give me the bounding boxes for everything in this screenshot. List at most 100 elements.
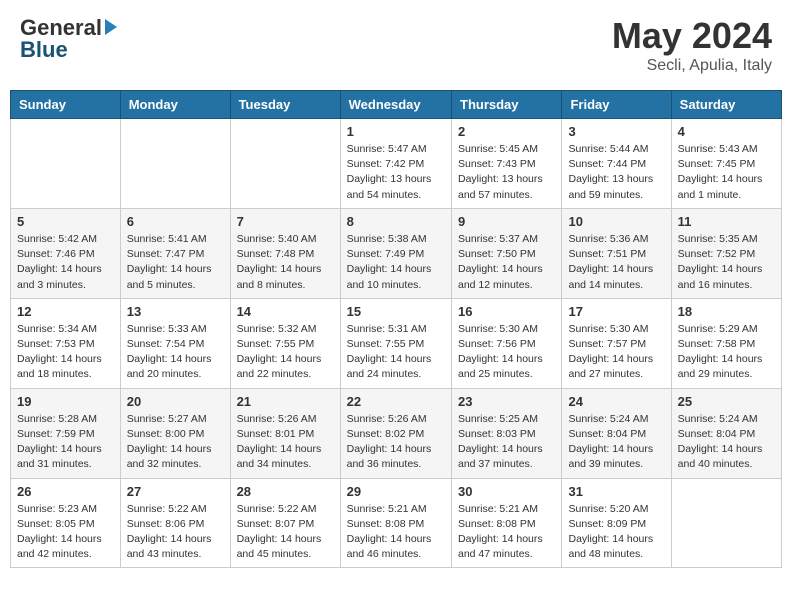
day-info: Sunrise: 5:21 AM Sunset: 8:08 PM Dayligh… [458,502,555,563]
calendar-week-1: 1Sunrise: 5:47 AM Sunset: 7:42 PM Daylig… [11,119,782,209]
day-number: 20 [127,394,224,409]
table-row [671,478,781,568]
page-header: General Blue May 2024 Secli, Apulia, Ita… [10,10,782,80]
day-info: Sunrise: 5:42 AM Sunset: 7:46 PM Dayligh… [17,232,114,293]
day-info: Sunrise: 5:32 AM Sunset: 7:55 PM Dayligh… [237,322,334,383]
day-info: Sunrise: 5:37 AM Sunset: 7:50 PM Dayligh… [458,232,555,293]
table-row: 24 Sunrise: 5:24 AM Sunset: 8:04 PM Dayli… [562,388,671,478]
day-info: Sunrise: 5:26 AM Sunset: 8:01 PM Dayligh… [237,412,334,473]
day-number: 6 [127,214,224,229]
day-number: 10 [568,214,664,229]
calendar-table: Sunday Monday Tuesday Wednesday Thursday… [10,90,782,568]
title-area: May 2024 Secli, Apulia, Italy [612,15,772,75]
table-row: 19 Sunrise: 5:28 AM Sunset: 7:59 PM Dayli… [11,388,121,478]
table-row: 14 Sunrise: 5:32 AM Sunset: 7:55 PM Dayli… [230,298,340,388]
day-info: Sunrise: 5:23 AM Sunset: 8:05 PM Dayligh… [17,502,114,563]
table-row: 4 Sunrise: 5:43 AM Sunset: 7:45 PM Daylig… [671,119,781,209]
day-info: Sunrise: 5:35 AM Sunset: 7:52 PM Dayligh… [678,232,775,293]
day-info: Sunrise: 5:21 AM Sunset: 8:08 PM Dayligh… [347,502,445,563]
day-number: 18 [678,304,775,319]
table-row: 8Sunrise: 5:38 AM Sunset: 7:49 PM Daylig… [340,208,451,298]
table-row: 29Sunrise: 5:21 AM Sunset: 8:08 PM Dayli… [340,478,451,568]
day-number: 5 [17,214,114,229]
day-number: 24 [568,394,664,409]
table-row: 26 Sunrise: 5:23 AM Sunset: 8:05 PM Dayli… [11,478,121,568]
month-title: May 2024 [612,15,772,57]
table-row: 6 Sunrise: 5:41 AM Sunset: 7:47 PM Daylig… [120,208,230,298]
table-row: 16Sunrise: 5:30 AM Sunset: 7:56 PM Dayli… [452,298,562,388]
day-number: 12 [17,304,114,319]
table-row: 11 Sunrise: 5:35 AM Sunset: 7:52 PM Dayli… [671,208,781,298]
day-info: Sunrise: 5:24 AM Sunset: 8:04 PM Dayligh… [568,412,664,473]
table-row [120,119,230,209]
location: Secli, Apulia, Italy [612,57,772,75]
table-row: 27 Sunrise: 5:22 AM Sunset: 8:06 PM Dayli… [120,478,230,568]
day-info: Sunrise: 5:26 AM Sunset: 8:02 PM Dayligh… [347,412,445,473]
day-number: 1 [347,124,445,139]
day-number: 19 [17,394,114,409]
day-info: Sunrise: 5:33 AM Sunset: 7:54 PM Dayligh… [127,322,224,383]
day-info: Sunrise: 5:31 AM Sunset: 7:55 PM Dayligh… [347,322,445,383]
table-row: 18 Sunrise: 5:29 AM Sunset: 7:58 PM Dayli… [671,298,781,388]
day-number: 30 [458,484,555,499]
day-info: Sunrise: 5:45 AM Sunset: 7:43 PM Dayligh… [458,142,555,203]
day-number: 26 [17,484,114,499]
table-row: 30 Sunrise: 5:21 AM Sunset: 8:08 PM Dayli… [452,478,562,568]
header-monday: Monday [120,91,230,119]
logo-blue-text: Blue [20,37,68,63]
day-info: Sunrise: 5:28 AM Sunset: 7:59 PM Dayligh… [17,412,114,473]
header-sunday: Sunday [11,91,121,119]
day-info: Sunrise: 5:34 AM Sunset: 7:53 PM Dayligh… [17,322,114,383]
table-row [11,119,121,209]
table-row: 12 Sunrise: 5:34 AM Sunset: 7:53 PM Dayli… [11,298,121,388]
day-number: 27 [127,484,224,499]
calendar-week-3: 12 Sunrise: 5:34 AM Sunset: 7:53 PM Dayli… [11,298,782,388]
day-info: Sunrise: 5:40 AM Sunset: 7:48 PM Dayligh… [237,232,334,293]
table-row: 20 Sunrise: 5:27 AM Sunset: 8:00 PM Dayli… [120,388,230,478]
day-number: 4 [678,124,775,139]
calendar-week-5: 26 Sunrise: 5:23 AM Sunset: 8:05 PM Dayli… [11,478,782,568]
table-row: 22 Sunrise: 5:26 AM Sunset: 8:02 PM Dayli… [340,388,451,478]
header-friday: Friday [562,91,671,119]
day-number: 7 [237,214,334,229]
day-info: Sunrise: 5:22 AM Sunset: 8:07 PM Dayligh… [237,502,334,563]
header-wednesday: Wednesday [340,91,451,119]
table-row: 21 Sunrise: 5:26 AM Sunset: 8:01 PM Dayli… [230,388,340,478]
day-number: 3 [568,124,664,139]
day-number: 17 [568,304,664,319]
day-number: 14 [237,304,334,319]
day-number: 13 [127,304,224,319]
table-row: 28Sunrise: 5:22 AM Sunset: 8:07 PM Dayli… [230,478,340,568]
table-row [230,119,340,209]
day-info: Sunrise: 5:30 AM Sunset: 7:57 PM Dayligh… [568,322,664,383]
day-number: 15 [347,304,445,319]
day-info: Sunrise: 5:22 AM Sunset: 8:06 PM Dayligh… [127,502,224,563]
day-number: 22 [347,394,445,409]
table-row: 2 Sunrise: 5:45 AM Sunset: 7:43 PM Daylig… [452,119,562,209]
table-row: 31Sunrise: 5:20 AM Sunset: 8:09 PM Dayli… [562,478,671,568]
day-number: 21 [237,394,334,409]
table-row: 23Sunrise: 5:25 AM Sunset: 8:03 PM Dayli… [452,388,562,478]
table-row: 3 Sunrise: 5:44 AM Sunset: 7:44 PM Daylig… [562,119,671,209]
logo-triangle-icon [105,19,117,35]
table-row: 7 Sunrise: 5:40 AM Sunset: 7:48 PM Daylig… [230,208,340,298]
day-info: Sunrise: 5:36 AM Sunset: 7:51 PM Dayligh… [568,232,664,293]
table-row: 10 Sunrise: 5:36 AM Sunset: 7:51 PM Dayli… [562,208,671,298]
day-info: Sunrise: 5:44 AM Sunset: 7:44 PM Dayligh… [568,142,664,203]
day-info: Sunrise: 5:43 AM Sunset: 7:45 PM Dayligh… [678,142,775,203]
day-number: 23 [458,394,555,409]
day-info: Sunrise: 5:27 AM Sunset: 8:00 PM Dayligh… [127,412,224,473]
header-thursday: Thursday [452,91,562,119]
table-row: 25Sunrise: 5:24 AM Sunset: 8:04 PM Dayli… [671,388,781,478]
table-row: 9Sunrise: 5:37 AM Sunset: 7:50 PM Daylig… [452,208,562,298]
day-number: 2 [458,124,555,139]
table-row: 5 Sunrise: 5:42 AM Sunset: 7:46 PM Daylig… [11,208,121,298]
day-info: Sunrise: 5:29 AM Sunset: 7:58 PM Dayligh… [678,322,775,383]
day-number: 11 [678,214,775,229]
day-number: 16 [458,304,555,319]
header-tuesday: Tuesday [230,91,340,119]
day-info: Sunrise: 5:41 AM Sunset: 7:47 PM Dayligh… [127,232,224,293]
calendar-week-2: 5 Sunrise: 5:42 AM Sunset: 7:46 PM Daylig… [11,208,782,298]
calendar-week-4: 19 Sunrise: 5:28 AM Sunset: 7:59 PM Dayli… [11,388,782,478]
day-number: 8 [347,214,445,229]
